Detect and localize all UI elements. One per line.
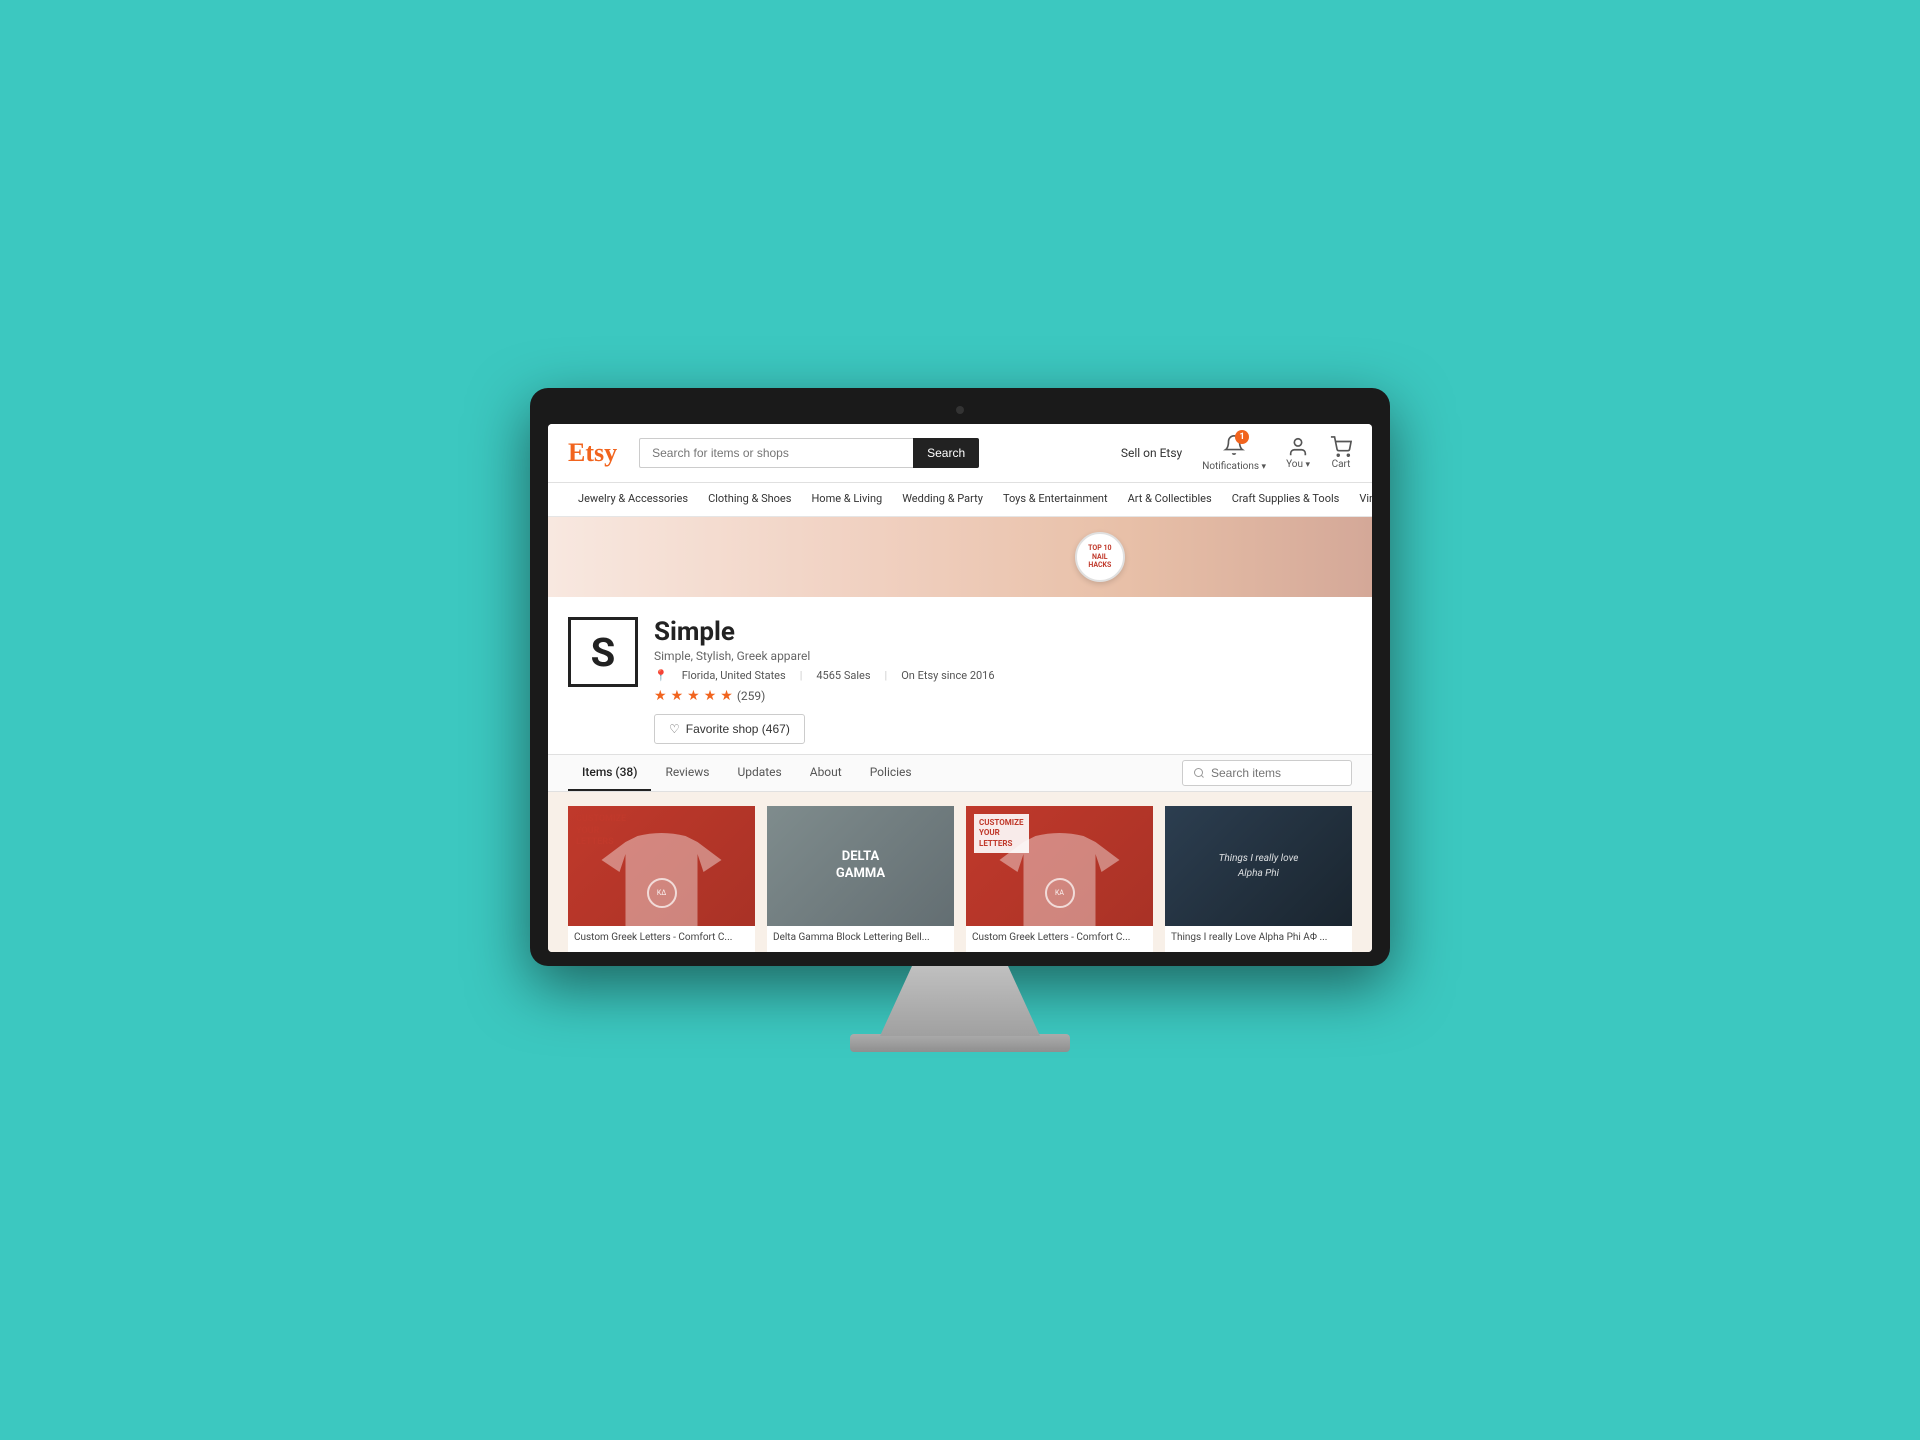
nav-home[interactable]: Home & Living (801, 483, 892, 516)
product-3-badge: ΚΑ (1045, 878, 1075, 908)
monitor-base (850, 1034, 1070, 1052)
nav-wedding[interactable]: Wedding & Party (892, 483, 993, 516)
user-icon (1287, 436, 1309, 458)
product-4-text: Things I really loveAlpha Phi (1219, 851, 1299, 881)
product-1-caption: Custom Greek Letters - Comfort C... (568, 926, 755, 952)
sell-on-etsy-link[interactable]: Sell on Etsy (1121, 446, 1182, 460)
review-count[interactable]: (259) (737, 689, 766, 703)
etsy-header: Etsy Search Sell on Etsy 1 (548, 424, 1372, 483)
monitor-wrapper: Etsy Search Sell on Etsy 1 (530, 388, 1390, 1052)
shop-details: Simple Simple, Stylish, Greek apparel 📍 … (654, 617, 1352, 744)
search-items-input[interactable] (1211, 766, 1341, 780)
tab-items[interactable]: Items (38) (568, 755, 651, 791)
product-image-1: CUSTOMIZEYOURLETTERS ΚΔ (568, 806, 755, 926)
nav-bar: Jewelry & Accessories Clothing & Shoes H… (548, 483, 1372, 517)
shop-name: Simple (654, 617, 1352, 647)
banner-background (548, 517, 1372, 597)
product-card-4[interactable]: Things I really loveAlpha Phi Things I r… (1165, 806, 1352, 952)
badge-line1: TOP 10 (1088, 544, 1111, 552)
shop-meta-row: 📍 Florida, United States | 4565 Sales | … (654, 669, 1352, 682)
banner-badge: TOP 10 NAIL HACKS (1075, 532, 1125, 582)
cart-label: Cart (1332, 459, 1351, 470)
nav-clothing[interactable]: Clothing & Shoes (698, 483, 801, 516)
tab-updates[interactable]: Updates (723, 755, 795, 791)
cart-button[interactable]: Cart (1330, 436, 1352, 470)
search-input[interactable] (639, 438, 913, 468)
shop-banner: TOP 10 NAIL HACKS (548, 517, 1372, 597)
shop-since: On Etsy since 2016 (901, 669, 994, 682)
product-1-badge: ΚΔ (647, 878, 677, 908)
tab-reviews[interactable]: Reviews (651, 755, 723, 791)
shop-location: Florida, United States (682, 669, 786, 682)
search-items-box (1182, 760, 1352, 786)
monitor-stand (880, 966, 1040, 1036)
tabs-left: Items (38) Reviews Updates About Policie… (568, 755, 926, 791)
heart-icon: ♡ (669, 722, 680, 736)
nav-craft[interactable]: Craft Supplies & Tools (1222, 483, 1350, 516)
meta-divider-1: | (800, 669, 803, 682)
badge-line3: HACKS (1088, 561, 1111, 569)
star-3: ★ (687, 688, 700, 704)
product-image-3: CUSTOMIZEYOURLETTERS ΚΑ (966, 806, 1153, 926)
tab-about[interactable]: About (796, 755, 856, 791)
star-2: ★ (671, 688, 684, 704)
nav-jewelry[interactable]: Jewelry & Accessories (568, 483, 698, 516)
monitor-screen: Etsy Search Sell on Etsy 1 (548, 424, 1372, 952)
products-section: CUSTOMIZEYOURLETTERS ΚΔ Custom Greek Let… (548, 792, 1372, 952)
search-items-icon (1193, 767, 1205, 779)
product-4-content: Things I really loveAlpha Phi (1165, 806, 1352, 926)
product-2-caption: Delta Gamma Block Lettering Bell... (767, 926, 954, 952)
star-1: ★ (654, 688, 667, 704)
shop-header-row: S Simple Simple, Stylish, Greek apparel … (568, 617, 1352, 744)
badge-line2: NAIL (1092, 553, 1108, 561)
search-button[interactable]: Search (913, 438, 979, 468)
stars-row: ★ ★ ★ ★ ★ (259) (654, 688, 1352, 704)
shop-sales: 4565 Sales (816, 669, 870, 682)
star-5: ★ (720, 688, 733, 704)
meta-divider-2: | (885, 669, 888, 682)
etsy-logo[interactable]: Etsy (568, 438, 617, 468)
nav-toys[interactable]: Toys & Entertainment (993, 483, 1118, 516)
location-icon: 📍 (654, 669, 668, 682)
product-card-2[interactable]: DELTAGAMMA Delta Gamma Block Lettering B… (767, 806, 954, 952)
shop-logo: S (568, 617, 638, 687)
shop-info-section: S Simple Simple, Stylish, Greek apparel … (548, 597, 1372, 754)
star-4: ★ (704, 688, 717, 704)
favorite-shop-button[interactable]: ♡ Favorite shop (467) (654, 714, 805, 744)
product-2-content: DELTAGAMMA (767, 806, 954, 926)
nav-art[interactable]: Art & Collectibles (1118, 483, 1222, 516)
notification-badge: 1 (1235, 430, 1249, 444)
product-card-3[interactable]: CUSTOMIZEYOURLETTERS ΚΑ Custom Greek Let… (966, 806, 1153, 952)
notifications-label: Notifications ▾ (1202, 461, 1266, 472)
header-right: Sell on Etsy 1 Notifications ▾ (1121, 434, 1352, 472)
shop-tabs: Items (38) Reviews Updates About Policie… (548, 754, 1372, 792)
favorite-label: Favorite shop (467) (686, 722, 790, 736)
product-image-4: Things I really loveAlpha Phi (1165, 806, 1352, 926)
products-grid: CUSTOMIZEYOURLETTERS ΚΔ Custom Greek Let… (568, 806, 1352, 952)
nav-vintage[interactable]: Vintage (1349, 483, 1372, 516)
product-image-2: DELTAGAMMA (767, 806, 954, 926)
you-label: You ▾ (1286, 459, 1310, 470)
cart-icon (1330, 436, 1352, 458)
search-container: Search (639, 438, 979, 468)
user-menu-button[interactable]: You ▾ (1286, 436, 1310, 470)
monitor-body: Etsy Search Sell on Etsy 1 (530, 388, 1390, 966)
tab-policies[interactable]: Policies (856, 755, 926, 791)
notifications-button[interactable]: 1 Notifications ▾ (1202, 434, 1266, 472)
product-card-1[interactable]: CUSTOMIZEYOURLETTERS ΚΔ Custom Greek Let… (568, 806, 755, 952)
shop-tagline: Simple, Stylish, Greek apparel (654, 649, 1352, 663)
product-3-caption: Custom Greek Letters - Comfort C... (966, 926, 1153, 952)
product-4-caption: Things I really Love Alpha Phi AΦ ... (1165, 926, 1352, 952)
product-2-text: DELTAGAMMA (828, 841, 893, 891)
monitor-camera (956, 406, 964, 414)
